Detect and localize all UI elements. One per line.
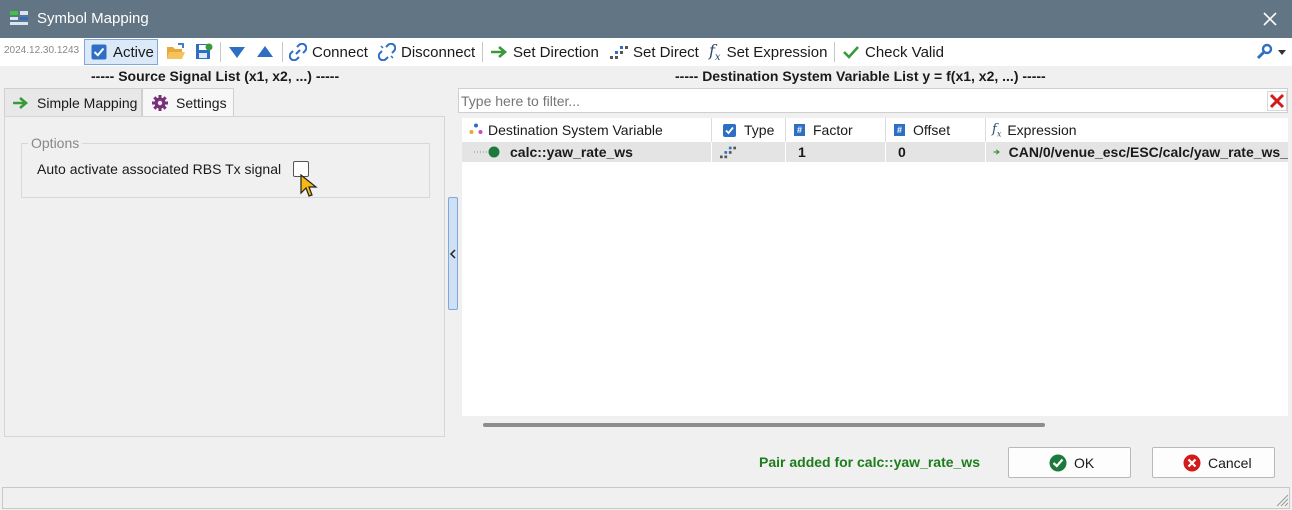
column-header-variable[interactable]: Destination System Variable [462, 118, 712, 142]
tools-menu-button[interactable] [1255, 38, 1287, 66]
active-toggle-button[interactable]: Active [84, 39, 158, 65]
horizontal-scrollbar[interactable] [483, 423, 1045, 427]
set-direction-button[interactable]: Set Direction [490, 38, 599, 66]
hash-icon: # [794, 124, 805, 136]
column-label: Type [744, 122, 775, 138]
set-direction-label: Set Direction [513, 43, 599, 61]
resize-grip-icon[interactable] [1275, 493, 1289, 507]
arrow-right-icon [13, 96, 29, 109]
check-valid-button[interactable]: Check Valid [842, 38, 944, 66]
link-icon [289, 43, 307, 61]
checkbox-checked-icon [723, 123, 736, 137]
check-circle-icon [1049, 454, 1067, 471]
chevron-left-icon [449, 249, 456, 259]
build-timestamp: 2024.12.30.1243 [4, 45, 80, 56]
set-expression-button[interactable]: fx Set Expression [709, 38, 827, 66]
move-up-button[interactable] [256, 38, 274, 66]
set-direct-button[interactable]: Set Direct [609, 38, 699, 66]
auto-activate-label: Auto activate associated RBS Tx signal [37, 161, 282, 177]
save-icon [196, 43, 213, 59]
move-down-button[interactable] [228, 38, 246, 66]
cancel-label: Cancel [1208, 454, 1252, 471]
window-title: Symbol Mapping [37, 10, 149, 27]
column-label: Offset [913, 122, 951, 138]
clear-x-icon [1269, 93, 1285, 109]
direct-icon [720, 146, 736, 159]
disconnect-label: Disconnect [401, 43, 476, 61]
set-expression-label: Set Expression [726, 43, 828, 61]
checkbox-checked-icon [91, 44, 107, 60]
connect-button[interactable]: Connect [289, 38, 368, 66]
direct-icon [610, 46, 628, 59]
checkmark-icon [843, 46, 859, 59]
cell-variable: calc::yaw_rate_ws [462, 142, 712, 162]
function-icon: fx [709, 40, 721, 64]
active-dot-icon [488, 146, 500, 158]
triangle-down-icon [229, 47, 245, 58]
cell-type [712, 142, 786, 162]
gear-icon [152, 94, 168, 111]
open-folder-button[interactable] [166, 38, 186, 66]
tab-settings-label: Settings [176, 94, 227, 111]
check-valid-label: Check Valid [865, 43, 944, 61]
active-label: Active [113, 43, 154, 61]
title-bar: Symbol Mapping [0, 0, 1292, 38]
cell-factor: 1 [786, 142, 886, 162]
tab-simple-mapping-label: Simple Mapping [37, 94, 138, 111]
arrow-right-icon [993, 149, 1000, 155]
table-row[interactable]: calc::yaw_rate_ws 1 0 CAN/0/venue_esc/ES… [462, 142, 1288, 162]
tree-line-icon [474, 151, 488, 153]
triangle-up-icon [257, 46, 273, 57]
destination-list-header: ----- Destination System Variable List y… [675, 68, 1046, 84]
variable-icon [469, 123, 483, 134]
options-group-label: Options [28, 135, 83, 151]
function-icon: fx [992, 121, 1002, 139]
cancel-button[interactable]: Cancel [1152, 447, 1275, 478]
expression-text: CAN/0/venue_esc/ESC/calc/yaw_rate_ws_ [1008, 144, 1288, 160]
connect-label: Connect [312, 43, 368, 61]
column-label: Destination System Variable [488, 122, 663, 138]
cancel-circle-icon [1183, 454, 1201, 471]
tab-simple-mapping[interactable]: Simple Mapping [4, 88, 142, 116]
cell-expression: CAN/0/venue_esc/ESC/calc/yaw_rate_ws_ [986, 142, 1288, 162]
disconnect-button[interactable]: Disconnect [378, 38, 475, 66]
close-icon[interactable] [1260, 8, 1280, 30]
column-header-expression[interactable]: fx Expression [986, 118, 1288, 142]
column-header-factor[interactable]: # Factor [786, 118, 886, 142]
tab-settings[interactable]: Settings [142, 88, 234, 116]
wrench-icon [1256, 43, 1273, 60]
status-message: Pair added for calc::yaw_rate_ws [759, 454, 980, 470]
chevron-down-icon [1278, 50, 1286, 55]
hash-icon: # [894, 124, 905, 136]
table-header: Destination System Variable Type # Facto… [462, 118, 1288, 142]
column-label: Factor [813, 122, 853, 138]
column-header-type[interactable]: Type [712, 118, 786, 142]
ok-button[interactable]: OK [1008, 447, 1131, 478]
destination-variable-table: Destination System Variable Type # Facto… [462, 118, 1288, 416]
open-folder-icon [167, 43, 185, 59]
column-header-offset[interactable]: # Offset [886, 118, 986, 142]
panel-splitter-handle[interactable] [448, 197, 458, 310]
clear-filter-button[interactable] [1267, 91, 1287, 111]
app-icon [10, 11, 28, 25]
variable-name: calc::yaw_rate_ws [510, 144, 633, 160]
unlink-icon [378, 43, 396, 61]
cell-offset: 0 [886, 142, 986, 162]
filter-box [458, 88, 1288, 113]
ok-label: OK [1074, 454, 1095, 471]
column-label: Expression [1007, 122, 1077, 138]
filter-input[interactable] [461, 91, 1257, 110]
source-list-header: ----- Source Signal List (x1, x2, ...) -… [91, 68, 340, 84]
status-bar [2, 487, 1290, 509]
arrow-right-icon [491, 46, 508, 58]
symbol-mapping-window: Symbol Mapping 2024.12.30.1243 Active Co… [0, 0, 1292, 510]
mouse-cursor-icon [300, 174, 318, 197]
set-direct-label: Set Direct [633, 43, 699, 61]
save-button[interactable] [195, 38, 213, 66]
